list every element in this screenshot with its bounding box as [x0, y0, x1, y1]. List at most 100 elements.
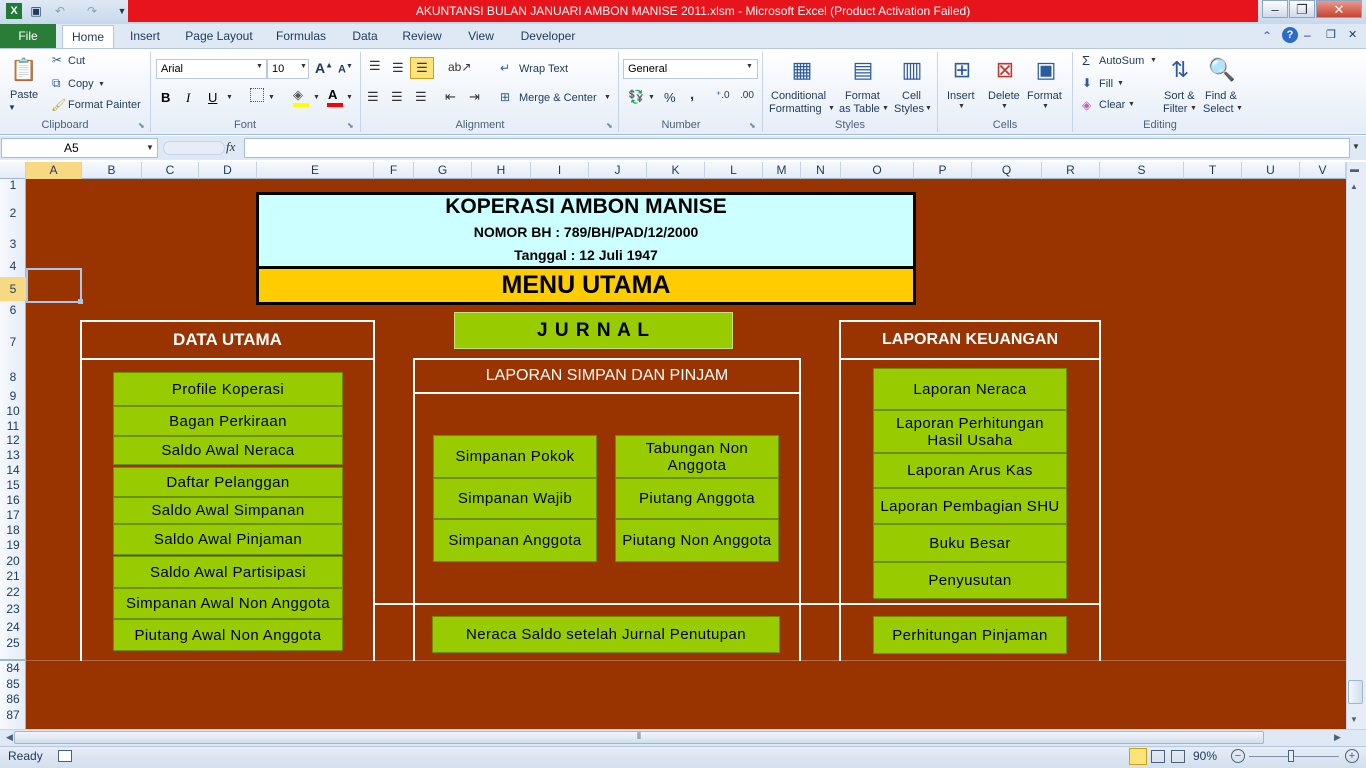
cell-styles-dropdown-icon[interactable]: ▼ — [925, 105, 932, 112]
column-header[interactable]: J — [589, 162, 647, 179]
tab-insert[interactable]: Insert — [126, 24, 164, 48]
font-color-dropdown-icon[interactable]: ▼ — [346, 94, 353, 101]
sort-dropdown-icon[interactable]: ▼ — [1190, 105, 1197, 112]
menu-button-tabungan-non-anggota[interactable]: Tabungan Non Anggota — [615, 435, 779, 478]
copy-dropdown-icon[interactable]: ▼ — [98, 78, 105, 92]
align-bottom-icon[interactable]: ☰ — [410, 57, 434, 79]
sort-filter-icon[interactable]: ⇅ — [1164, 54, 1196, 86]
row-header[interactable]: 1 — [0, 179, 26, 192]
row-header[interactable]: 19 — [0, 538, 26, 553]
row-header[interactable]: 85 — [0, 676, 26, 692]
borders-icon[interactable] — [250, 88, 264, 102]
minimize-ribbon-icon[interactable]: ⌃ — [1262, 29, 1272, 43]
sort-filter-label[interactable]: Sort & — [1164, 89, 1195, 103]
menu-button-profile-koperasi[interactable]: Profile Koperasi — [113, 372, 343, 406]
format-cells-icon[interactable]: ▣ — [1030, 54, 1062, 86]
vertical-scrollbar[interactable] — [1346, 162, 1366, 729]
menu-button-simpanan-wajib[interactable]: Simpanan Wajib — [433, 478, 597, 519]
row-header[interactable]: 15 — [0, 478, 26, 492]
formula-bar-handle[interactable] — [163, 141, 225, 155]
column-header[interactable]: P — [914, 162, 972, 179]
insert-function-button[interactable]: fx — [226, 139, 235, 155]
underline-dropdown-icon[interactable]: ▼ — [226, 94, 233, 101]
column-header[interactable]: A — [26, 162, 82, 179]
row-header[interactable]: 18 — [0, 523, 26, 538]
column-header[interactable]: I — [531, 162, 589, 179]
cut-button[interactable]: Cut — [68, 54, 85, 68]
jurnal-button[interactable]: J U R N A L — [454, 312, 733, 349]
help-icon[interactable]: ? — [1282, 27, 1298, 43]
column-header[interactable]: Q — [972, 162, 1042, 179]
row-header[interactable]: 3 — [0, 234, 26, 255]
menu-button-laporan-arus-kas[interactable]: Laporan Arus Kas — [873, 453, 1067, 488]
clear-button[interactable]: Clear — [1099, 98, 1125, 112]
macro-record-icon[interactable] — [58, 750, 72, 762]
tab-developer[interactable]: Developer — [517, 24, 579, 48]
number-launcher-icon[interactable]: ⬊ — [749, 121, 756, 130]
merge-center-button[interactable]: Merge & Center — [519, 91, 597, 105]
delete-cells-button[interactable]: Delete — [988, 89, 1020, 103]
close-button[interactable]: ✕ — [1316, 0, 1362, 18]
find-select-label-2[interactable]: Select — [1203, 102, 1234, 116]
merge-dropdown-icon[interactable]: ▼ — [604, 94, 611, 101]
font-color-icon[interactable]: A — [328, 87, 337, 102]
column-header[interactable]: H — [472, 162, 531, 179]
alignment-launcher-icon[interactable]: ⬊ — [606, 121, 613, 130]
align-center-icon[interactable]: ☰ — [391, 89, 403, 105]
menu-button-penyusutan[interactable]: Penyusutan — [873, 562, 1067, 599]
row-header[interactable]: 7 — [0, 319, 26, 365]
borders-dropdown-icon[interactable]: ▼ — [268, 94, 275, 101]
row-header[interactable]: 11 — [0, 419, 26, 433]
row-header[interactable]: 25 — [0, 635, 26, 651]
sort-filter-label-2[interactable]: Filter — [1163, 102, 1187, 116]
tab-review[interactable]: Review — [401, 24, 443, 48]
tab-home[interactable]: Home — [62, 25, 114, 49]
insert-dropdown-icon[interactable]: ▼ — [958, 103, 965, 110]
minimize-button[interactable]: – — [1262, 0, 1288, 18]
row-header[interactable]: 6 — [0, 301, 26, 319]
decrease-indent-icon[interactable]: ⇤ — [445, 89, 456, 105]
workbook-close-icon[interactable]: ✕ — [1348, 28, 1357, 41]
underline-button[interactable]: U — [208, 90, 217, 105]
row-header[interactable]: 14 — [0, 463, 26, 478]
selected-cell-a5[interactable] — [26, 268, 82, 303]
excel-icon[interactable]: X — [6, 3, 22, 19]
increase-indent-icon[interactable]: ⇥ — [469, 89, 480, 105]
menu-button-simpanan-anggota[interactable]: Simpanan Anggota — [433, 519, 597, 562]
align-right-icon[interactable]: ☰ — [415, 89, 427, 105]
insert-cells-icon[interactable]: ⊞ — [946, 54, 978, 86]
bold-button[interactable]: B — [161, 90, 170, 105]
conditional-dropdown-icon[interactable]: ▼ — [828, 105, 835, 112]
row-header[interactable]: 87 — [0, 707, 26, 723]
zoom-level[interactable]: 90% — [1193, 749, 1217, 763]
tab-data[interactable]: Data — [349, 24, 381, 48]
paste-dropdown-icon[interactable]: ▼ — [8, 101, 16, 115]
align-middle-icon[interactable]: ☰ — [392, 60, 404, 76]
format-as-table-icon[interactable]: ▤ — [847, 54, 879, 86]
menu-button-saldo-awal-partisipasi[interactable]: Saldo Awal Partisipasi — [113, 556, 343, 588]
delete-dropdown-icon[interactable]: ▼ — [1001, 103, 1008, 110]
number-format-dropdown-icon[interactable]: ▼ — [746, 63, 753, 70]
cell-styles-label-2[interactable]: Styles — [894, 102, 924, 116]
paste-button[interactable]: Paste — [10, 88, 38, 102]
zoom-slider-thumb[interactable] — [1288, 750, 1294, 762]
column-header[interactable]: L — [705, 162, 763, 179]
fill-button[interactable]: Fill — [1099, 77, 1113, 91]
column-header[interactable]: T — [1184, 162, 1242, 179]
row-header[interactable]: 9 — [0, 389, 26, 404]
font-launcher-icon[interactable]: ⬊ — [347, 121, 354, 130]
fill-dropdown-icon[interactable]: ▼ — [1117, 80, 1124, 87]
column-header[interactable]: O — [841, 162, 914, 179]
scroll-right-icon[interactable]: ▶ — [1334, 732, 1341, 743]
format-dropdown-icon[interactable]: ▼ — [1042, 103, 1049, 110]
row-header[interactable]: 86 — [0, 692, 26, 707]
autosum-dropdown-icon[interactable]: ▼ — [1150, 57, 1157, 64]
menu-button-buku-besar[interactable]: Buku Besar — [873, 524, 1067, 562]
menu-button-piutang-awal-non-anggota[interactable]: Piutang Awal Non Anggota — [113, 619, 343, 651]
cell-styles-label[interactable]: Cell — [902, 89, 921, 103]
expand-formula-bar-icon[interactable]: ▼ — [1352, 142, 1360, 151]
format-table-dropdown-icon[interactable]: ▼ — [882, 105, 889, 112]
row-header[interactable]: 12 — [0, 433, 26, 448]
row-header[interactable]: 17 — [0, 508, 26, 523]
formula-input[interactable] — [244, 138, 1350, 158]
